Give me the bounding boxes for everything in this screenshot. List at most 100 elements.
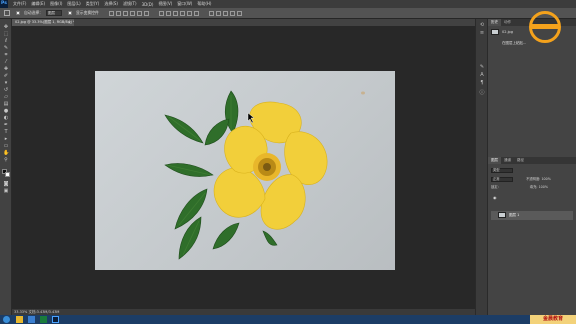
fill-value[interactable]: 100% xyxy=(539,185,548,189)
history-state-label: 在图层上粘贴... xyxy=(502,41,527,45)
auto-select-checkbox[interactable] xyxy=(16,11,20,15)
history-state[interactable]: 在图层上粘贴... xyxy=(491,38,573,46)
close-tab-icon[interactable]: × xyxy=(68,19,71,26)
start-button[interactable] xyxy=(3,316,10,323)
lock-label: 锁定: xyxy=(491,185,499,189)
brush-preset-icon[interactable]: ✎ xyxy=(479,65,485,70)
info-icon[interactable]: ⓘ xyxy=(479,91,485,96)
dodge-icon[interactable]: ◐ xyxy=(3,116,9,121)
zoom-icon[interactable]: ⚲ xyxy=(3,158,9,163)
lasso-icon[interactable]: ℓ xyxy=(3,39,9,44)
tools-panel: ✥ ⬚ ℓ ✎ ⌗ ⁄ ✚ ✐ ▾ ↺ ▱ ▤ ● ◐ ✒ T ▸ ▭ ✋ ⚲ … xyxy=(0,19,12,315)
menu-view[interactable]: 视图(V) xyxy=(158,1,172,7)
menu-window[interactable]: 窗口(W) xyxy=(177,1,192,7)
photoshop-logo: Ps xyxy=(0,0,8,8)
paste-icon xyxy=(491,38,499,44)
document-canvas[interactable] xyxy=(95,71,395,270)
distribute-hcenter-icon[interactable] xyxy=(186,10,192,16)
options-bar: 自动选择： 图层 显示变换控件 xyxy=(0,8,576,19)
menu-file[interactable]: 文件(F) xyxy=(13,1,26,7)
align-bottom-icon[interactable] xyxy=(122,10,128,16)
screen-mode-icon[interactable]: ▣ xyxy=(3,189,9,194)
brush-icon[interactable]: ✐ xyxy=(3,74,9,79)
menu-filter[interactable]: 滤镜(T) xyxy=(123,1,137,7)
watermark-text: 金晨教育 xyxy=(530,315,576,324)
path-select-icon[interactable]: ▸ xyxy=(3,137,9,142)
watermark-logo-bar xyxy=(532,24,558,29)
photoshop-taskbar-icon[interactable] xyxy=(52,316,59,323)
3d-mode-buttons xyxy=(208,10,242,16)
distribute-left-icon[interactable] xyxy=(179,10,185,16)
paragraph-icon[interactable]: ¶ xyxy=(479,81,485,86)
healing-icon[interactable]: ✚ xyxy=(3,67,9,72)
character-icon[interactable]: A xyxy=(479,73,485,78)
tab-actions[interactable]: 动作 xyxy=(501,19,514,26)
layers-panel-tabs: 图层 通道 路径 xyxy=(488,157,576,164)
quick-select-icon[interactable]: ✎ xyxy=(3,46,9,51)
marquee-icon[interactable]: ⬚ xyxy=(3,32,9,37)
align-right-icon[interactable] xyxy=(143,10,149,16)
distribute-right-icon[interactable] xyxy=(193,10,199,16)
eyedropper-icon[interactable]: ⁄ xyxy=(3,60,9,65)
type-icon[interactable]: T xyxy=(3,130,9,135)
document-tabbar xyxy=(12,19,482,26)
3d-roll-icon[interactable] xyxy=(215,10,221,16)
move-icon[interactable]: ✥ xyxy=(3,25,9,30)
align-buttons xyxy=(108,10,149,16)
align-top-icon[interactable] xyxy=(108,10,114,16)
right-panels: 历史 动作 02.jpg 在图层上粘贴... 图层 通道 路径 类型 正常 不透… xyxy=(488,19,576,315)
align-vcenter-icon[interactable] xyxy=(115,10,121,16)
distribute-bottom-icon[interactable] xyxy=(172,10,178,16)
blend-mode-select[interactable]: 正常 xyxy=(491,176,513,182)
menu-image[interactable]: 图像(I) xyxy=(50,1,62,7)
menu-help[interactable]: 帮助(H) xyxy=(197,1,211,7)
properties-icon[interactable]: ≡ xyxy=(479,31,485,36)
pen-icon[interactable]: ✒ xyxy=(3,123,9,128)
distribute-buttons xyxy=(158,10,199,16)
stamp-icon[interactable]: ▾ xyxy=(3,81,9,86)
menu-3d[interactable]: 3D(D) xyxy=(142,2,154,7)
eye-visibility-icon[interactable]: ◉ xyxy=(493,195,497,200)
hand-icon[interactable]: ✋ xyxy=(3,151,9,156)
layer-row[interactable]: 图层 1 xyxy=(491,211,573,220)
gradient-icon[interactable]: ▤ xyxy=(3,102,9,107)
blur-icon[interactable]: ● xyxy=(3,109,9,114)
browser-icon[interactable] xyxy=(28,316,35,323)
menu-type[interactable]: 类型(Y) xyxy=(86,1,100,7)
distribute-vcenter-icon[interactable] xyxy=(165,10,171,16)
background-color-swatch[interactable] xyxy=(5,172,10,177)
tab-channels[interactable]: 通道 xyxy=(501,157,514,164)
align-left-icon[interactable] xyxy=(129,10,135,16)
3d-pan-icon[interactable] xyxy=(222,10,228,16)
explorer-icon[interactable] xyxy=(16,316,23,323)
auto-select-dropdown[interactable]: 图层 xyxy=(45,10,62,16)
quick-mask-icon[interactable]: ◙ xyxy=(3,182,9,187)
snapshot-thumbnail xyxy=(491,29,499,35)
tab-layers[interactable]: 图层 xyxy=(488,157,501,164)
tab-history[interactable]: 历史 xyxy=(488,19,501,26)
menu-edit[interactable]: 编辑(E) xyxy=(31,1,45,7)
3d-scale-icon[interactable] xyxy=(236,10,242,16)
history-icon[interactable]: ⟲ xyxy=(479,23,485,28)
show-transform-checkbox[interactable] xyxy=(67,11,72,15)
eraser-icon[interactable]: ▱ xyxy=(3,95,9,100)
shape-icon[interactable]: ▭ xyxy=(3,144,9,149)
layer-kind-filter[interactable]: 类型 xyxy=(491,167,513,173)
opacity-value[interactable]: 100% xyxy=(541,177,550,181)
blend-row: 正常 不透明度: 100% xyxy=(491,176,551,182)
menu-select[interactable]: 选择(S) xyxy=(104,1,118,7)
align-hcenter-icon[interactable] xyxy=(136,10,142,16)
3d-slide-icon[interactable] xyxy=(229,10,235,16)
tab-paths[interactable]: 路径 xyxy=(514,157,527,164)
document-tab[interactable]: 02.jpg @ 33.3%(图层 1, RGB/8#) * xyxy=(12,19,74,26)
lock-row: 锁定: 填充: 100% xyxy=(491,184,548,190)
history-brush-icon[interactable]: ↺ xyxy=(3,88,9,93)
distribute-top-icon[interactable] xyxy=(158,10,164,16)
menu-layer[interactable]: 图层(L) xyxy=(67,1,80,7)
move-tool-preset-icon[interactable] xyxy=(4,10,10,16)
windows-taskbar xyxy=(0,315,576,324)
layer-thumbnail xyxy=(498,212,506,218)
app-icon[interactable] xyxy=(40,316,47,323)
3d-rotate-icon[interactable] xyxy=(208,10,214,16)
crop-icon[interactable]: ⌗ xyxy=(3,53,9,58)
